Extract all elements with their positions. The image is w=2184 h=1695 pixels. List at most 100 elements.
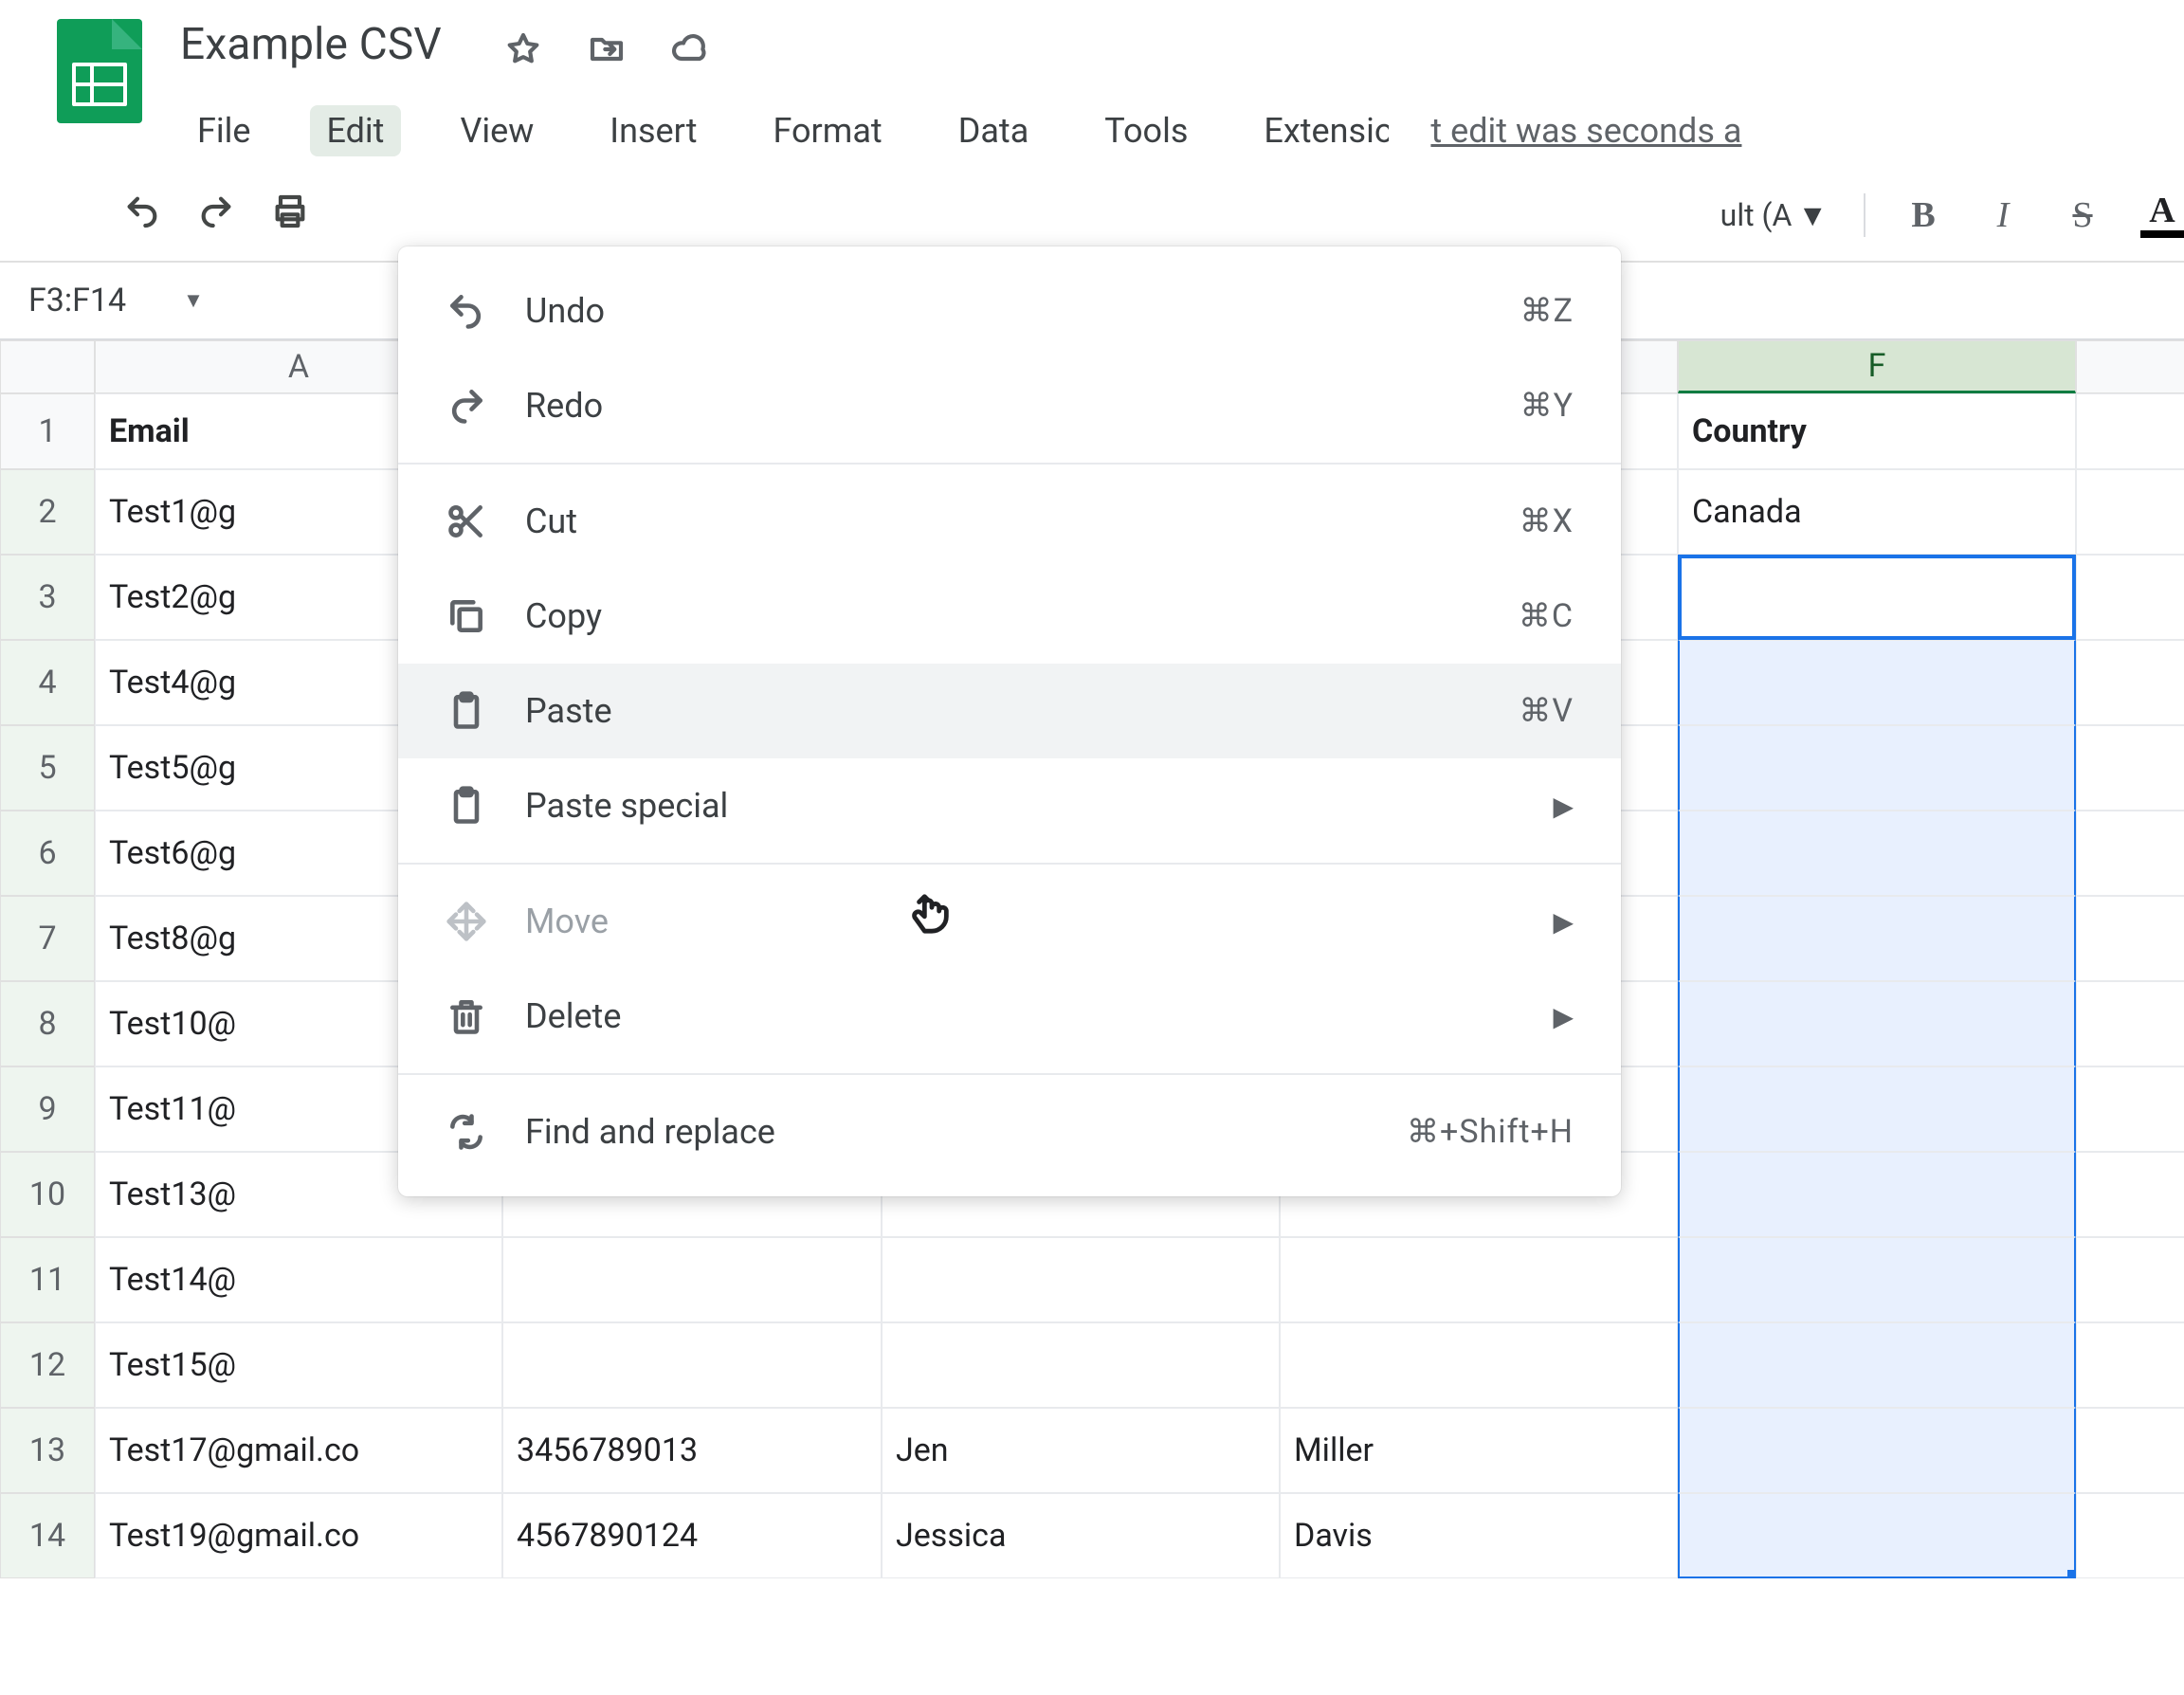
row-header[interactable]: 11 (0, 1237, 95, 1322)
cloud-status-icon[interactable] (671, 30, 709, 75)
sheets-logo-icon[interactable] (57, 19, 142, 123)
cell[interactable]: Country (1678, 393, 2076, 469)
redo-icon[interactable] (197, 192, 235, 238)
cell[interactable]: Davis (1280, 1493, 1678, 1578)
cell[interactable] (2076, 1322, 2184, 1408)
cell[interactable]: Test19@gmail.co (95, 1493, 502, 1578)
select-all-corner[interactable] (0, 340, 95, 393)
row-header[interactable]: 13 (0, 1408, 95, 1493)
menu-insert[interactable]: Insert (592, 105, 714, 156)
cell[interactable] (2076, 555, 2184, 640)
col-header-f[interactable]: F (1678, 340, 2076, 393)
row-header[interactable]: 8 (0, 981, 95, 1066)
cell[interactable] (2076, 811, 2184, 896)
cell[interactable] (2076, 1408, 2184, 1493)
print-icon[interactable] (271, 192, 309, 238)
row-header[interactable]: 6 (0, 811, 95, 896)
menu-edit[interactable]: Edit (310, 105, 402, 156)
menu-delete[interactable]: Delete ▶ (398, 969, 1621, 1064)
last-edit-link[interactable]: t edit was seconds a (1430, 111, 1741, 151)
cell[interactable] (502, 1322, 882, 1408)
cell[interactable]: Test17@gmail.co (95, 1408, 502, 1493)
cell[interactable]: 3456789013 (502, 1408, 882, 1493)
cell[interactable] (1678, 981, 2076, 1066)
row-header[interactable]: 9 (0, 1066, 95, 1152)
submenu-arrow-icon: ▶ (1553, 906, 1574, 938)
cell[interactable] (2076, 469, 2184, 555)
cell[interactable]: Canada (1678, 469, 2076, 555)
menu-redo[interactable]: Redo ⌘Y (398, 358, 1621, 453)
strikethrough-button[interactable]: S (2061, 194, 2104, 236)
menu-item-shortcut: ⌘+Shift+H (1407, 1113, 1574, 1151)
row-header[interactable]: 1 (0, 393, 95, 469)
scissors-icon (446, 501, 487, 542)
cell[interactable] (1280, 1322, 1678, 1408)
menu-separator (398, 463, 1621, 465)
menu-copy[interactable]: Copy ⌘C (398, 569, 1621, 664)
cell[interactable] (2076, 1237, 2184, 1322)
name-box[interactable]: F3:F14 ▼ (28, 282, 223, 319)
menu-view[interactable]: View (443, 105, 551, 156)
cell[interactable]: Test14@ (95, 1237, 502, 1322)
menu-find-replace[interactable]: Find and replace ⌘+Shift+H (398, 1084, 1621, 1179)
cell[interactable] (2076, 393, 2184, 469)
active-cell[interactable] (1678, 555, 2076, 640)
row-header[interactable]: 14 (0, 1493, 95, 1578)
menu-item-label: Paste special (525, 786, 1515, 826)
cell[interactable] (1678, 811, 2076, 896)
cell[interactable] (1678, 1237, 2076, 1322)
cell[interactable] (1678, 896, 2076, 981)
row-header[interactable]: 3 (0, 555, 95, 640)
cell[interactable] (882, 1322, 1280, 1408)
cell[interactable] (1678, 1493, 2076, 1578)
menu-extensions[interactable]: Extensions (1247, 105, 1389, 156)
cell[interactable] (1678, 640, 2076, 725)
cell[interactable] (1678, 1322, 2076, 1408)
cell[interactable] (1678, 725, 2076, 811)
undo-icon[interactable] (123, 192, 161, 238)
cell[interactable] (1280, 1237, 1678, 1322)
menu-item-label: Paste (525, 691, 1481, 731)
cell[interactable]: Test15@ (95, 1322, 502, 1408)
cell[interactable] (1678, 1066, 2076, 1152)
cell[interactable] (2076, 640, 2184, 725)
document-title[interactable]: Example CSV (180, 19, 442, 70)
row-header[interactable]: 10 (0, 1152, 95, 1237)
cell[interactable] (2076, 1066, 2184, 1152)
menu-cut[interactable]: Cut ⌘X (398, 474, 1621, 569)
cell[interactable] (2076, 896, 2184, 981)
cell[interactable]: 4567890124 (502, 1493, 882, 1578)
menu-file[interactable]: File (180, 105, 268, 156)
font-family-picker[interactable]: ult (A ▼ (1720, 197, 1828, 233)
row-header[interactable]: 12 (0, 1322, 95, 1408)
menu-data[interactable]: Data (941, 105, 1046, 156)
menu-undo[interactable]: Undo ⌘Z (398, 264, 1621, 358)
cell[interactable]: Jen (882, 1408, 1280, 1493)
row-header[interactable]: 4 (0, 640, 95, 725)
italic-button[interactable]: I (1981, 194, 2025, 236)
menu-paste-special[interactable]: Paste special ▶ (398, 758, 1621, 853)
cell[interactable]: Jessica (882, 1493, 1280, 1578)
move-to-folder-icon[interactable] (588, 30, 626, 75)
menu-format[interactable]: Format (756, 105, 900, 156)
menu-paste[interactable]: Paste ⌘V (398, 664, 1621, 758)
menu-tools[interactable]: Tools (1087, 105, 1205, 156)
row-header[interactable]: 2 (0, 469, 95, 555)
cell[interactable] (2076, 1493, 2184, 1578)
cell[interactable] (502, 1237, 882, 1322)
bold-button[interactable]: B (1902, 194, 1945, 236)
row-header[interactable]: 7 (0, 896, 95, 981)
cell[interactable] (1678, 1152, 2076, 1237)
text-color-button[interactable]: A (2140, 192, 2184, 238)
cell[interactable] (2076, 1152, 2184, 1237)
cell[interactable]: Miller (1280, 1408, 1678, 1493)
cell[interactable] (2076, 725, 2184, 811)
cell[interactable] (1678, 1408, 2076, 1493)
cell[interactable] (2076, 981, 2184, 1066)
row-header[interactable]: 5 (0, 725, 95, 811)
edit-menu-dropdown: Undo ⌘Z Redo ⌘Y Cut ⌘X Copy ⌘C Paste ⌘V … (398, 246, 1621, 1196)
menu-separator (398, 863, 1621, 865)
col-header-g[interactable] (2076, 340, 2184, 393)
star-icon[interactable] (504, 30, 542, 75)
cell[interactable] (882, 1237, 1280, 1322)
